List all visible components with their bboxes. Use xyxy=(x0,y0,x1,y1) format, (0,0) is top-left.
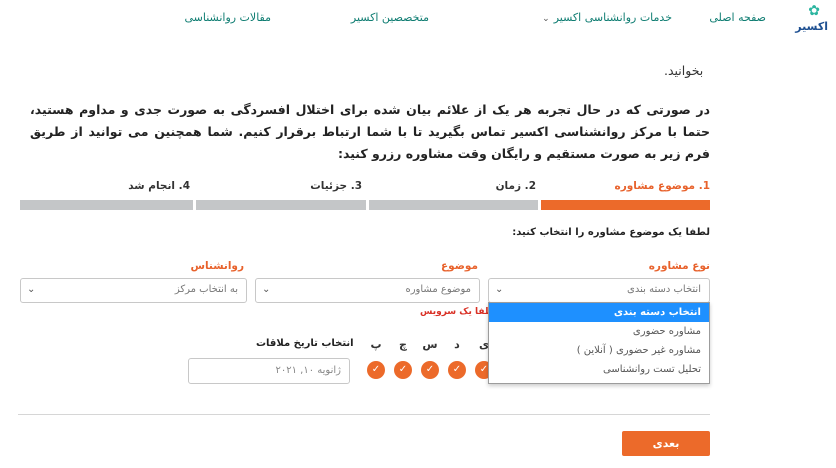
step-4-bar xyxy=(20,200,193,210)
chevron-down-icon: ⌄ xyxy=(27,284,36,295)
chevron-down-icon: ⌄ xyxy=(495,284,504,295)
day-letter: س xyxy=(422,338,438,351)
type-label: نوع مشاوره xyxy=(648,260,710,272)
step-1-bar xyxy=(541,200,710,210)
check-icon[interactable]: ✓ xyxy=(448,361,466,379)
top-nav: ✿ اکسیر صفحه اصلی خدمات روانشناسی اکسیر⌄… xyxy=(0,0,836,40)
step-2-bar xyxy=(369,200,538,210)
topic-select-value: موضوع مشاوره xyxy=(405,284,471,295)
dropdown-option[interactable]: مشاوره غیر حضوری ( آنلاین ) xyxy=(489,341,709,360)
topic-select[interactable]: موضوع مشاوره ⌄ xyxy=(255,278,480,303)
intro-paragraph: در صورتی که در حال تجربه هر یک از علائم … xyxy=(30,102,710,161)
nav-item-articles[interactable]: مقالات روانشناسی xyxy=(184,11,271,24)
nav-item-home[interactable]: صفحه اصلی xyxy=(709,11,766,24)
day-letter: د xyxy=(454,338,460,351)
intro-tail-text: بخوانید. xyxy=(664,63,704,78)
nav-item-specialists[interactable]: متخصصین اکسیر xyxy=(351,11,429,24)
step-2-label: 2. زمان xyxy=(495,180,536,192)
step-3-bar xyxy=(196,200,366,210)
type-select[interactable]: انتخاب دسته بندی ⌄ xyxy=(488,278,710,303)
dropdown-option[interactable]: انتخاب دسته بندی xyxy=(489,303,709,322)
chevron-down-icon: ⌄ xyxy=(542,14,550,24)
check-icon[interactable]: ✓ xyxy=(421,361,439,379)
dropdown-option[interactable]: مشاوره حضوری xyxy=(489,322,709,341)
step-1-label: 1. موضوع مشاوره xyxy=(614,180,711,192)
date-label: انتخاب تاریخ ملاقات xyxy=(256,338,354,349)
step-4-label: 4. انجام شد xyxy=(128,180,190,192)
type-dropdown: انتخاب دسته بندی مشاوره حضوری مشاوره غیر… xyxy=(488,302,710,384)
logo-text: اکسیر xyxy=(795,20,828,33)
psych-label: روانشناس xyxy=(190,260,244,272)
type-select-value: انتخاب دسته بندی xyxy=(627,284,701,295)
site-logo[interactable]: ✿ اکسیر xyxy=(794,4,828,38)
day-letter: پ xyxy=(370,338,382,351)
psych-select[interactable]: به انتخاب مرکز ⌄ xyxy=(20,278,247,303)
dropdown-option[interactable]: تحلیل تست روانشناسی xyxy=(489,360,709,379)
divider xyxy=(18,414,710,415)
next-button[interactable]: بعدی xyxy=(622,431,710,456)
nav-item-services-label: خدمات روانشناسی اکسیر xyxy=(553,11,672,24)
day-letter: چ xyxy=(399,338,407,351)
nav-item-services[interactable]: خدمات روانشناسی اکسیر⌄ xyxy=(542,11,672,24)
date-input[interactable]: ژانویه ۱۰, ۲۰۲۱ xyxy=(188,358,350,384)
check-icon[interactable]: ✓ xyxy=(394,361,412,379)
logo-icon: ✿ xyxy=(808,3,820,19)
check-icon[interactable]: ✓ xyxy=(367,361,385,379)
chevron-down-icon: ⌄ xyxy=(262,284,271,295)
topic-error: لطفا یک سرویس xyxy=(420,307,498,317)
topic-label: موضوع xyxy=(441,260,478,272)
form-prompt: لطفا یک موضوع مشاوره را انتخاب کنید: xyxy=(512,227,710,238)
date-value: ژانویه ۱۰, ۲۰۲۱ xyxy=(275,365,341,376)
step-3-label: 3. جزئیات xyxy=(310,180,362,192)
psych-select-value: به انتخاب مرکز xyxy=(174,284,238,295)
